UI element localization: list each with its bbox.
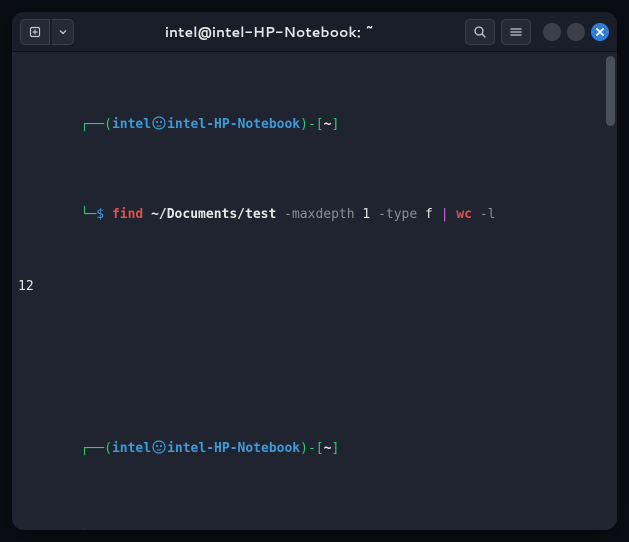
new-tab-button[interactable] [20,19,50,45]
scrollbar[interactable] [606,56,615,126]
window-controls [543,23,609,41]
new-tab-dropdown[interactable] [52,19,74,45]
search-icon [473,25,487,39]
arg-1: 1 [362,207,370,222]
cmd-path: ~/Documents/test [151,207,276,222]
cmd-wc: wc [456,207,472,222]
hamburger-icon [509,25,523,39]
window-title: intel@intel-HP-Notebook: ~ [80,22,459,42]
new-tab-icon [28,25,42,39]
skull-icon [152,116,166,130]
search-button[interactable] [465,19,495,45]
menu-button[interactable] [501,19,531,45]
flag-type: -type [378,207,417,222]
flag-l: -l [480,207,496,222]
prompt-symbol: $ [96,207,104,222]
flag-maxdepth: -maxdepth [284,207,354,222]
prompt-user: intel [112,117,151,132]
arg-f: f [425,207,433,222]
prompt-host: intel-HP-Notebook [167,117,300,132]
prompt-host: intel-HP-Notebook [167,441,300,456]
titlebar: intel@intel-HP-Notebook: ~ [12,12,617,52]
chevron-down-icon [59,28,67,36]
minimize-button[interactable] [543,23,561,41]
prompt-user: intel [112,441,151,456]
titlebar-left [20,19,74,45]
titlebar-right [465,19,609,45]
prompt-block: ┌──(intelintel-HP-Notebook)-[~] └─$ find… [18,62,611,386]
pipe: | [441,207,449,222]
maximize-button[interactable] [567,23,585,41]
output-line: 12 [18,278,611,296]
skull-icon [152,440,166,454]
prompt-block: ┌──(intelintel-HP-Notebook)-[~] └─$ [18,386,611,530]
close-button[interactable] [591,23,609,41]
terminal-window: intel@intel-HP-Notebook: ~ [12,12,617,530]
terminal-body[interactable]: ┌──(intelintel-HP-Notebook)-[~] └─$ find… [12,52,617,530]
cmd-find: find [112,207,143,222]
